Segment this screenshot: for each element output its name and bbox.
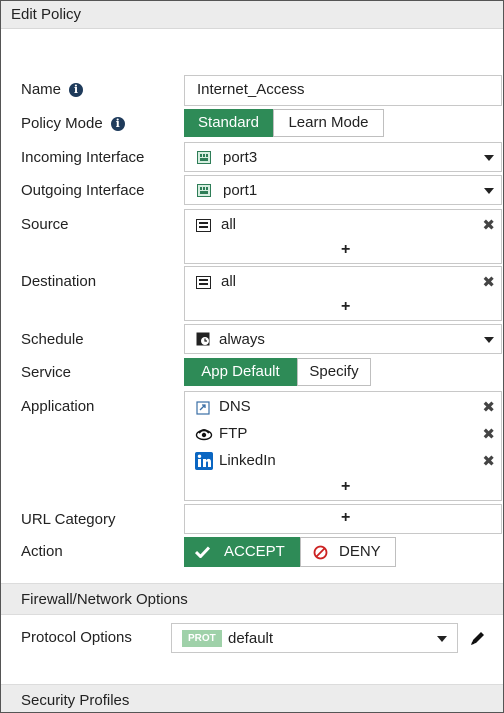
dialog-title: Edit Policy (1, 1, 503, 29)
schedule-select[interactable]: always (184, 324, 502, 354)
remove-icon[interactable]: ✖ (482, 452, 495, 470)
url-category-field[interactable]: + (184, 504, 502, 534)
name-input-value: Internet_Access (197, 81, 305, 98)
deny-label: DENY (339, 543, 381, 560)
policy-mode-label-text: Policy Mode (21, 115, 103, 132)
destination-field[interactable]: all ✖ + (184, 266, 502, 321)
policy-mode-standard-button[interactable]: Standard (184, 109, 273, 137)
info-icon[interactable]: i (110, 117, 125, 131)
policy-mode-label: Policy Mode i (21, 115, 125, 132)
application-item: LinkedIn (219, 452, 276, 469)
action-accept-button[interactable]: ACCEPT (184, 537, 300, 567)
schedule-value: always (219, 331, 265, 348)
address-icon (196, 276, 211, 289)
protocol-badge: PROT (182, 630, 222, 647)
action-deny-button[interactable]: DENY (300, 537, 396, 567)
address-icon (196, 219, 211, 232)
application-item: FTP (219, 425, 248, 442)
protocol-options-label: Protocol Options (21, 629, 132, 646)
protocol-options-select[interactable]: PROT default (171, 623, 458, 653)
edit-policy-dialog: Edit Policy Name i Internet_Access Policy… (0, 0, 504, 713)
chevron-down-icon (484, 188, 494, 194)
url-category-label: URL Category (21, 511, 116, 528)
protocol-options-value: default (228, 630, 274, 647)
security-profiles-section-header[interactable]: Security Profiles (1, 684, 503, 712)
ftp-icon (195, 429, 213, 441)
application-field[interactable]: DNS ✖ FTP ✖ LinkedIn ✖ + (184, 391, 502, 501)
add-icon[interactable]: + (341, 298, 350, 316)
port-icon (197, 151, 211, 164)
destination-item: all (221, 273, 237, 290)
linkedin-icon (195, 452, 213, 470)
firewall-section-header[interactable]: Firewall/Network Options (1, 583, 503, 615)
incoming-interface-select[interactable]: port3 (184, 142, 502, 172)
dns-icon (196, 401, 210, 415)
application-item: DNS (219, 398, 251, 415)
policy-mode-learn-button[interactable]: Learn Mode (273, 109, 384, 137)
incoming-interface-label: Incoming Interface (21, 149, 145, 166)
outgoing-interface-value: port1 (223, 182, 258, 199)
outgoing-interface-label: Outgoing Interface (21, 182, 145, 199)
deny-icon (313, 545, 328, 560)
add-icon[interactable]: + (341, 478, 350, 496)
check-icon (195, 546, 210, 558)
remove-icon[interactable]: ✖ (482, 273, 495, 291)
remove-icon[interactable]: ✖ (482, 425, 495, 443)
destination-label: Destination (21, 273, 97, 290)
source-field[interactable]: all ✖ + (184, 209, 502, 264)
name-input[interactable]: Internet_Access (184, 75, 502, 106)
name-label: Name i (21, 81, 84, 98)
action-label: Action (21, 543, 63, 560)
service-specify-button[interactable]: Specify (297, 358, 371, 386)
application-label: Application (21, 398, 95, 415)
add-icon[interactable]: + (341, 509, 350, 527)
remove-icon[interactable]: ✖ (482, 398, 495, 416)
port-icon (197, 184, 211, 197)
incoming-interface-value: port3 (223, 149, 258, 166)
outgoing-interface-select[interactable]: port1 (184, 175, 502, 205)
service-label: Service (21, 364, 72, 381)
source-item: all (221, 216, 237, 233)
service-app-default-button[interactable]: App Default (184, 358, 297, 386)
edit-icon[interactable] (469, 629, 487, 647)
source-label: Source (21, 216, 69, 233)
schedule-label: Schedule (21, 331, 84, 348)
accept-label: ACCEPT (224, 543, 285, 560)
add-icon[interactable]: + (341, 241, 350, 259)
chevron-down-icon (484, 337, 494, 343)
name-label-text: Name (21, 81, 62, 98)
schedule-icon (196, 332, 210, 346)
remove-icon[interactable]: ✖ (482, 216, 495, 234)
chevron-down-icon (437, 636, 447, 642)
chevron-down-icon (484, 155, 494, 161)
info-icon[interactable]: i (69, 83, 84, 97)
